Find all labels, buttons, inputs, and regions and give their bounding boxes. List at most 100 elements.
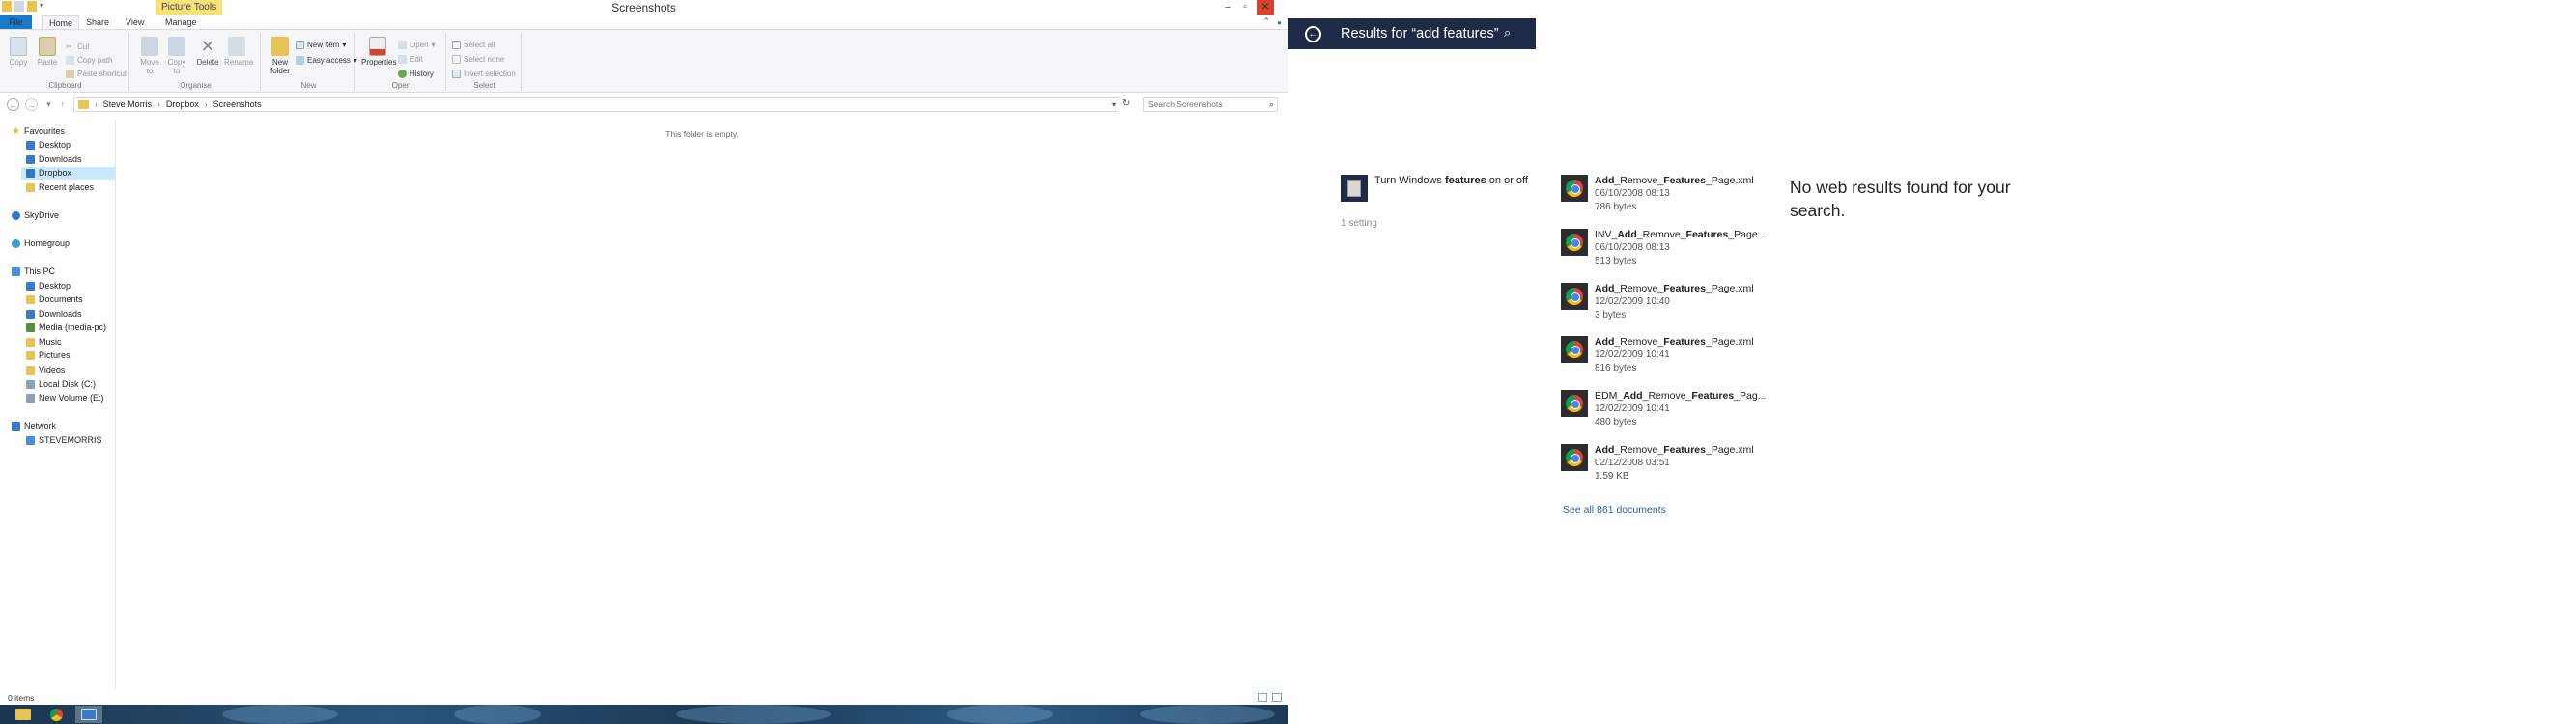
tab-home[interactable]: Home <box>42 15 80 29</box>
easy-access-button[interactable]: Easy access ▾ <box>296 56 357 65</box>
open-group-label: Open <box>391 81 411 90</box>
file-list[interactable]: This folder is empty. <box>117 120 1288 689</box>
select-all-button[interactable]: Select all <box>452 41 495 49</box>
tab-file[interactable]: File <box>0 15 32 29</box>
document-result[interactable]: INV_Add_Remove_Features_Page... 06/10/20… <box>1561 229 1766 277</box>
history-button[interactable]: History <box>398 70 434 78</box>
document-result[interactable]: Add_Remove_Features_Page.xml 12/02/2009 … <box>1561 283 1754 331</box>
new-folder-icon <box>271 37 289 56</box>
taskbar-chrome[interactable] <box>42 706 70 723</box>
nav-this-pc[interactable]: This PC <box>12 265 55 278</box>
delete-button[interactable]: ✕ Delete <box>195 37 220 67</box>
document-name: Add_Remove_Features_Page.xml <box>1595 336 1754 348</box>
breadcrumb-screenshots[interactable]: Screenshots <box>213 98 262 111</box>
document-result[interactable]: Add_Remove_Features_Page.xml 06/10/2008 … <box>1561 175 1754 223</box>
nav-network[interactable]: Network <box>12 420 56 432</box>
back-button[interactable]: ← <box>7 98 19 111</box>
close-button[interactable]: ✕ <box>1257 0 1274 15</box>
minimize-button[interactable]: – <box>1219 0 1236 15</box>
invert-selection-button[interactable]: Invert selection <box>452 70 516 78</box>
tab-manage[interactable]: Manage <box>159 15 203 29</box>
search-icon[interactable]: ⌕ <box>1269 98 1274 111</box>
nav-pc-videos[interactable]: Videos <box>26 364 65 376</box>
search-input[interactable]: Search Screenshots ⌕ <box>1143 97 1278 112</box>
move-to-button[interactable]: Move to <box>137 37 162 75</box>
breadcrumb-separator-icon: › <box>95 100 98 109</box>
select-group-label: Select <box>473 81 495 90</box>
nav-homegroup[interactable]: Homegroup <box>12 237 70 250</box>
nav-dropbox[interactable]: Dropbox <box>21 167 115 180</box>
document-result[interactable]: Add_Remove_Features_Page.xml 12/02/2009 … <box>1561 336 1754 384</box>
nav-pc-documents[interactable]: Documents <box>26 293 83 306</box>
file-explorer-icon <box>15 709 31 720</box>
paste-shortcut-button[interactable]: Paste shortcut <box>66 70 127 78</box>
nav-pc-pictures[interactable]: Pictures <box>26 349 71 362</box>
network-icon <box>12 422 20 431</box>
copy-button[interactable]: Copy <box>6 37 31 67</box>
see-all-documents-link[interactable]: See all 861 documents <box>1563 504 1666 515</box>
nav-stevemorris[interactable]: STEVEMORRIS <box>26 434 102 447</box>
nav-pc-local-disk[interactable]: Local Disk (C:) <box>26 378 96 391</box>
paste-button[interactable]: Paste <box>35 37 60 67</box>
help-icon[interactable]: ● <box>1277 18 1282 27</box>
nav-pc-desktop[interactable]: Desktop <box>26 280 71 292</box>
nav-pc-media[interactable]: Media (media-pc) <box>26 321 106 334</box>
nav-downloads[interactable]: Downloads <box>26 153 82 166</box>
nav-favourites[interactable]: ★ Favourites <box>12 125 65 138</box>
document-date: 06/10/2008 08:13 <box>1595 188 1670 199</box>
tab-share[interactable]: Share <box>80 15 115 29</box>
videos-icon <box>26 366 35 375</box>
open-button[interactable]: Open ▾ <box>398 41 436 49</box>
document-size: 786 bytes <box>1595 202 1637 212</box>
back-arrow-icon[interactable]: ← <box>1305 26 1321 42</box>
search-icon[interactable]: ⌕ <box>1504 25 1511 41</box>
document-result[interactable]: Add_Remove_Features_Page.xml 02/12/2008 … <box>1561 444 1754 492</box>
empty-folder-message: This folder is empty. <box>665 129 739 139</box>
new-folder-button[interactable]: New folder <box>266 37 295 75</box>
document-size: 816 bytes <box>1595 363 1637 374</box>
nav-skydrive[interactable]: SkyDrive <box>12 209 59 222</box>
select-none-button[interactable]: Select none <box>452 55 504 64</box>
breadcrumb-dropbox[interactable]: Dropbox <box>166 98 199 111</box>
wallpaper-swirl <box>222 705 338 724</box>
up-arrow-icon[interactable]: ↑ <box>56 98 69 111</box>
taskbar-file-explorer[interactable] <box>10 706 37 723</box>
computer-icon <box>26 436 35 445</box>
nav-recent-places[interactable]: Recent places <box>26 181 94 194</box>
tab-view[interactable]: View <box>120 15 150 29</box>
rename-button[interactable]: Rename <box>224 37 253 67</box>
details-view-icon[interactable] <box>1258 693 1267 702</box>
document-date: 12/02/2009 10:41 <box>1595 404 1670 414</box>
taskbar-explorer-active[interactable] <box>75 706 102 723</box>
maximize-button[interactable]: ▫ <box>1236 0 1254 15</box>
copy-path-button[interactable]: Copy path <box>66 56 112 65</box>
document-result[interactable]: EDM_Add_Remove_Features_Pag... 12/02/200… <box>1561 390 1766 438</box>
recent-locations-icon[interactable]: ▾ <box>42 98 55 111</box>
refresh-icon[interactable]: ↻ <box>1122 98 1130 109</box>
documents-icon <box>26 295 35 304</box>
large-icons-view-icon[interactable] <box>1272 693 1282 702</box>
history-icon <box>398 70 407 78</box>
nav-pc-music[interactable]: Music <box>26 336 62 348</box>
nav-pc-downloads[interactable]: Downloads <box>26 308 82 320</box>
copy-to-button[interactable]: Copy to <box>164 37 189 75</box>
chevron-down-icon[interactable]: ▾ <box>1112 98 1116 111</box>
properties-button[interactable]: Properties <box>361 37 396 67</box>
address-field[interactable]: › Steve Morris › Dropbox › Screenshots ▾ <box>73 97 1118 112</box>
edit-button[interactable]: Edit <box>398 55 423 64</box>
taskbar <box>0 705 1288 724</box>
document-name: Add_Remove_Features_Page.xml <box>1595 283 1754 294</box>
no-web-results-message: No web results found for your search. <box>1790 178 2011 220</box>
copy-icon <box>10 37 27 56</box>
cut-button[interactable]: ✂ Cut <box>66 42 89 51</box>
forward-button[interactable]: → <box>25 98 38 111</box>
document-size: 1.59 KB <box>1595 471 1629 482</box>
nav-pc-new-volume[interactable]: New Volume (E:) <box>26 392 104 404</box>
nav-desktop[interactable]: Desktop <box>26 139 71 152</box>
scissors-icon: ✂ <box>66 42 72 51</box>
ribbon-collapse-icon[interactable]: ⌃ <box>1262 16 1270 27</box>
new-item-button[interactable]: New item ▾ <box>296 41 346 49</box>
status-bar: 0 items <box>0 691 1288 705</box>
breadcrumb-steve-morris[interactable]: Steve Morris <box>103 98 153 111</box>
chevron-down-icon: ▾ <box>342 41 347 49</box>
